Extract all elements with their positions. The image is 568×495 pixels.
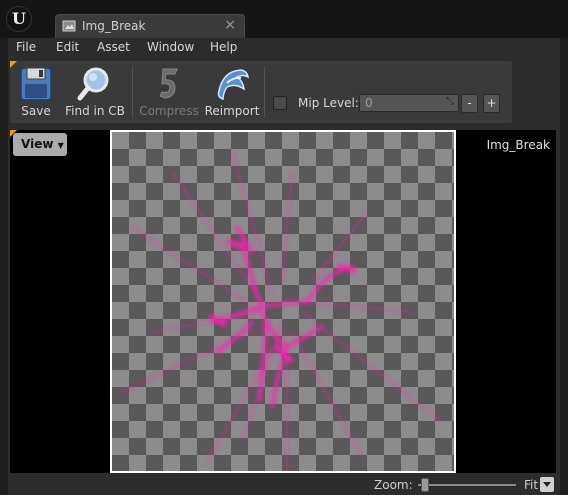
left-gutter [0,38,8,495]
view-menu-button[interactable]: View ▼ [13,133,67,156]
zoom-slider-handle[interactable] [421,478,429,492]
texture-preview [110,130,456,473]
menu-bar: File Edit Asset Window Help [8,38,560,58]
unreal-logo-icon: U [6,6,32,32]
compress-label: Compress [139,104,199,118]
toolbar-corner-marker [10,61,17,68]
zoom-mode-label: Fit [524,478,539,492]
save-icon [20,67,52,101]
zoom-mode-dropdown[interactable] [540,477,554,492]
compress-icon [159,68,178,99]
mip-level-field[interactable]: 0 ⤡ [359,94,459,112]
magnifier-icon [77,67,109,101]
menu-file[interactable]: File [16,40,36,54]
tab-img-break[interactable]: Img_Break × [55,14,245,38]
close-tab-icon[interactable]: × [224,17,236,33]
texture-asset-icon [62,20,76,32]
compress-button[interactable]: Compress [138,63,200,121]
mip-decrement-button[interactable]: - [461,94,478,113]
menu-edit[interactable]: Edit [56,40,79,54]
crack-texture-image [121,151,443,471]
save-label: Save [21,104,51,118]
title-bar: U Img_Break × [0,0,568,38]
reimport-icon [217,69,250,101]
mip-level-checkbox[interactable] [273,96,287,110]
menu-asset[interactable]: Asset [97,40,130,54]
toolbar: Save Find in CB Compress Reimport [10,61,512,123]
find-in-cb-label: Find in CB [65,104,125,118]
mip-increment-button[interactable]: + [483,94,500,113]
view-label: View [21,137,54,151]
menu-help[interactable]: Help [210,40,237,54]
asset-name-label: Img_Break [486,138,550,152]
resize-arrows-icon: ⤡ [446,96,454,107]
mip-level-value: 0 [365,96,373,110]
toolbar-separator [132,67,133,117]
menu-window[interactable]: Window [147,40,194,54]
reimport-label: Reimport [204,104,260,118]
tab-label: Img_Break [82,19,146,33]
toolbar-separator [264,67,265,117]
save-button[interactable]: Save [12,63,60,121]
mip-level-label: Mip Level: [298,96,359,110]
chevron-down-icon: ▼ [57,141,64,150]
zoom-slider-track[interactable] [418,484,516,486]
reimport-button[interactable]: Reimport [204,63,260,121]
find-in-cb-button[interactable]: Find in CB [64,63,126,121]
right-gutter [560,38,568,495]
zoom-label: Zoom: [374,478,413,492]
